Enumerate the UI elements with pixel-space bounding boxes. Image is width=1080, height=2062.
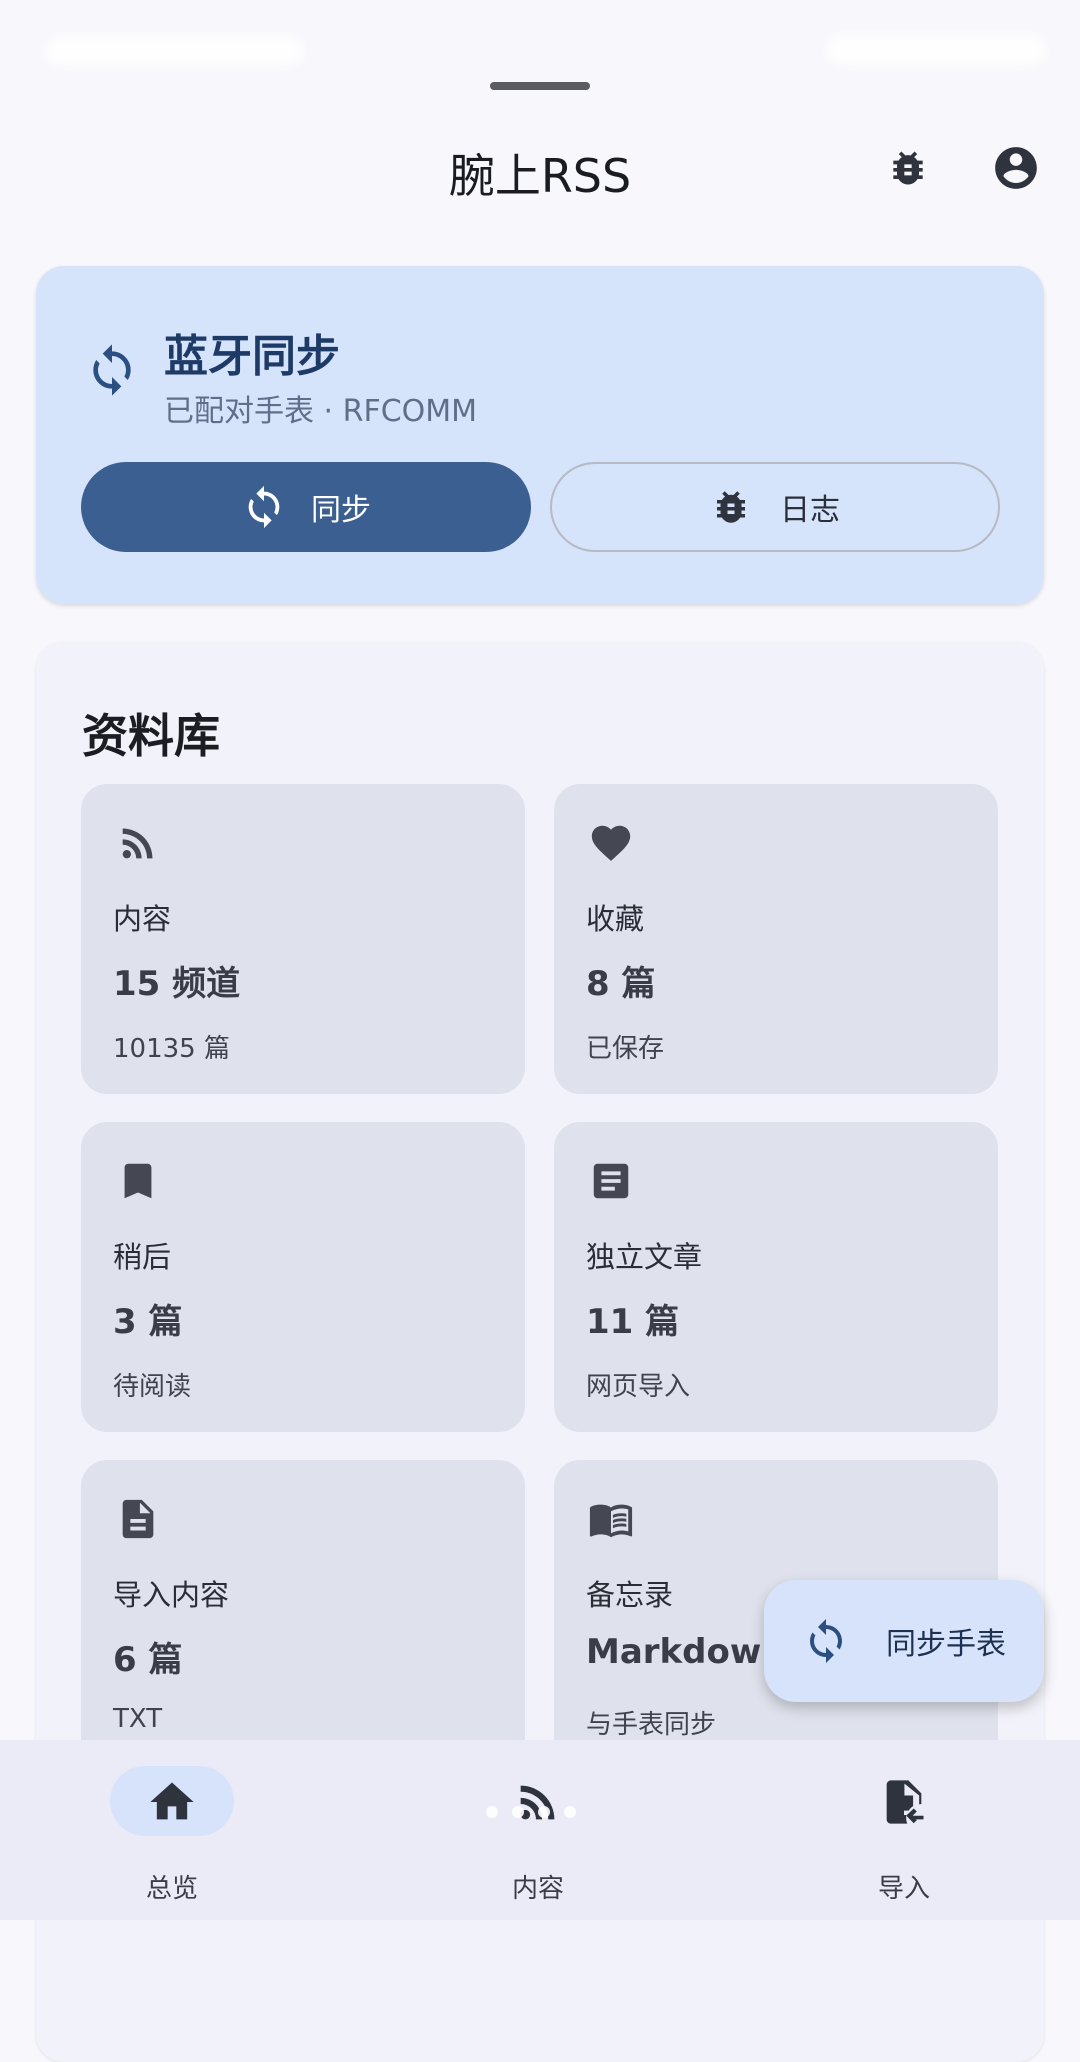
sync-watch-fab[interactable]: 同步手表 <box>764 1580 1044 1702</box>
tile-articles[interactable]: 独立文章 11 篇 网页导入 <box>554 1122 998 1432</box>
tile-subtext: TXT <box>113 1704 163 1734</box>
page-dot <box>538 1806 550 1818</box>
debug-button[interactable] <box>882 142 934 194</box>
nav-label: 导入 <box>877 1874 930 1904</box>
tile-favorites[interactable]: 收藏 8 篇 已保存 <box>554 784 998 1094</box>
fab-label: 同步手表 <box>886 1627 1006 1662</box>
status-bar-left <box>44 36 304 66</box>
tile-label: 导入内容 <box>113 1578 230 1612</box>
bug-icon <box>893 151 923 185</box>
sync-icon <box>810 1619 842 1663</box>
sync-button[interactable]: 同步 <box>81 462 531 552</box>
sync-button-label: 同步 <box>311 493 371 528</box>
sync-icon <box>93 344 131 396</box>
tile-value: 15 频道 <box>113 964 241 1004</box>
tile-subtext: 与手表同步 <box>586 1710 717 1740</box>
tile-subtext: 网页导入 <box>586 1372 691 1402</box>
sync-card-title: 蓝牙同步 <box>164 331 340 382</box>
book-icon <box>589 1504 633 1538</box>
file-import-icon <box>886 1780 924 1824</box>
bottom-navigation: 总览 内容 导入 <box>0 1740 1080 1920</box>
tile-content[interactable]: 内容 15 频道 10135 篇 <box>81 784 525 1094</box>
tile-imported[interactable]: 导入内容 6 篇 TXT <box>81 1460 525 1770</box>
bug-icon <box>717 491 745 523</box>
bluetooth-sync-card: 蓝牙同步 已配对手表 · RFCOMM 同步 日志 <box>36 266 1044 604</box>
article-icon <box>593 1163 629 1199</box>
sync-icon <box>248 485 280 529</box>
page-dot <box>512 1806 524 1818</box>
tile-label: 独立文章 <box>586 1240 703 1274</box>
tile-read-later[interactable]: 稍后 3 篇 待阅读 <box>81 1122 525 1432</box>
nav-label: 总览 <box>145 1874 198 1904</box>
rss-icon <box>520 1785 555 1820</box>
page-indicator-dots <box>486 1806 576 1818</box>
rss-icon <box>122 828 153 859</box>
tile-value: Markdown <box>586 1632 786 1672</box>
account-button[interactable] <box>990 142 1042 194</box>
log-button[interactable]: 日志 <box>550 462 1000 552</box>
tile-value: 11 篇 <box>586 1302 680 1342</box>
tile-value: 8 篇 <box>586 964 656 1004</box>
tile-value: 6 篇 <box>113 1640 183 1680</box>
tile-subtext: 10135 篇 <box>113 1034 230 1064</box>
tile-label: 稍后 <box>113 1240 172 1274</box>
library-title: 资料库 <box>82 709 220 763</box>
tile-label: 收藏 <box>586 902 645 936</box>
nav-label: 内容 <box>511 1874 564 1904</box>
nav-item-content[interactable]: 内容 <box>438 1764 638 1904</box>
bookmark-icon <box>124 1163 152 1199</box>
log-button-label: 日志 <box>780 493 840 528</box>
tile-subtext: 已保存 <box>586 1034 665 1064</box>
drag-handle[interactable] <box>490 82 590 90</box>
nav-item-import[interactable]: 导入 <box>804 1764 1004 1904</box>
status-bar <box>0 0 1080 90</box>
tile-label: 内容 <box>113 902 172 936</box>
nav-item-overview[interactable]: 总览 <box>72 1764 272 1904</box>
sync-card-subtitle: 已配对手表 · RFCOMM <box>164 394 478 429</box>
tile-value: 3 篇 <box>113 1302 183 1342</box>
tile-subtext: 待阅读 <box>113 1372 192 1402</box>
home-icon <box>150 1782 194 1820</box>
page-dot <box>564 1806 576 1818</box>
tile-label: 备忘录 <box>586 1578 674 1612</box>
status-bar-right <box>826 34 1046 66</box>
account-circle-icon <box>995 147 1037 189</box>
app-bar: 腕上RSS <box>0 130 1080 210</box>
heart-icon <box>591 825 631 861</box>
page-dot <box>486 1806 498 1818</box>
file-icon <box>122 1499 154 1539</box>
